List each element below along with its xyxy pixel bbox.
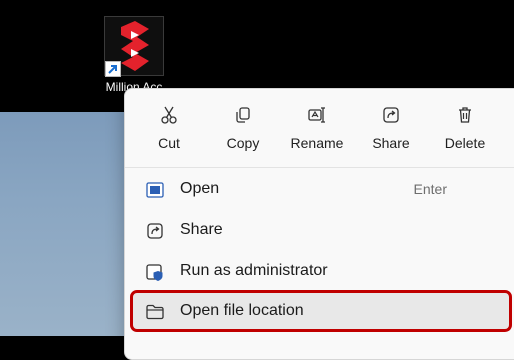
menu-item-open-file-location[interactable]: Open file location — [130, 290, 512, 332]
menu-divider — [125, 167, 514, 168]
menu-item-open-shortcut: Enter — [413, 181, 447, 197]
rename-button[interactable]: Rename — [285, 101, 349, 159]
admin-shield-icon — [146, 264, 163, 281]
menu-item-share[interactable]: Share — [133, 212, 509, 248]
delete-button[interactable]: Delete — [433, 101, 497, 159]
share-action-button[interactable]: Share — [359, 101, 423, 159]
copy-label: Copy — [226, 135, 260, 151]
share-icon — [383, 107, 399, 123]
copy-button[interactable]: Copy — [211, 101, 275, 159]
trash-icon — [459, 107, 471, 123]
context-action-bar: Cut Copy Rename Share Delete — [135, 101, 514, 159]
shortcut-arrow-icon — [105, 61, 121, 77]
share-action-label: Share — [372, 135, 410, 151]
menu-item-open-label: Open — [180, 180, 220, 197]
folder-icon — [146, 304, 164, 320]
context-menu: Cut Copy Rename Share Delete Open Enter … — [124, 88, 514, 360]
rename-label: Rename — [290, 135, 344, 151]
rename-icon — [308, 107, 325, 123]
menu-item-open-file-location-label: Open file location — [180, 302, 304, 319]
copy-icon — [236, 107, 250, 123]
menu-item-run-as-administrator[interactable]: Run as administrator — [133, 253, 509, 289]
cut-label: Cut — [158, 135, 180, 151]
delete-label: Delete — [444, 135, 486, 151]
menu-item-share-label: Share — [180, 221, 223, 238]
cut-button[interactable]: Cut — [137, 101, 201, 159]
share-icon — [147, 223, 163, 239]
menu-item-run-as-administrator-label: Run as administrator — [180, 262, 328, 279]
menu-item-open[interactable]: Open Enter — [133, 171, 509, 207]
desktop-shortcut-tile[interactable] — [104, 16, 164, 77]
scissors-icon — [161, 106, 177, 124]
open-app-icon — [146, 182, 164, 198]
